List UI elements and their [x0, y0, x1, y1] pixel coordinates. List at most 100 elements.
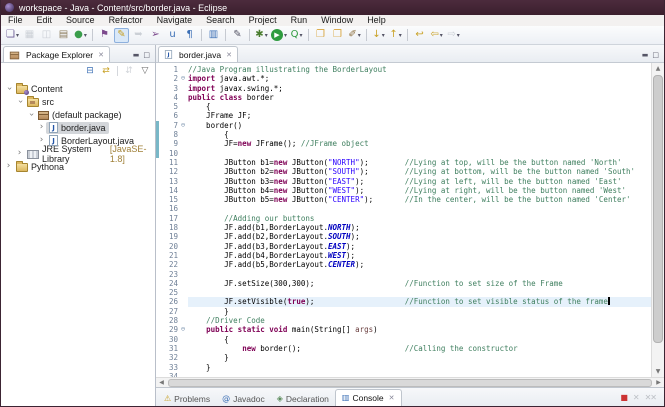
dropdown-arrow-icon[interactable]: ▾ [299, 32, 302, 39]
minimize-icon[interactable]: ▬ [642, 52, 649, 59]
code-text[interactable] [188, 270, 651, 279]
remove-launch-icon[interactable]: ✕ [633, 394, 640, 402]
code-text[interactable]: { [188, 335, 651, 344]
code-text[interactable]: JFrame JF; [188, 111, 651, 120]
menu-item-search[interactable]: Search [199, 15, 242, 26]
view-menu-icon[interactable]: ▽ [138, 65, 152, 78]
toolbar-button-new-wizard[interactable]: ❏ ▾ [5, 28, 20, 43]
toolbar-button-last-edit-location[interactable]: ↩ [412, 28, 427, 43]
fold-marker[interactable]: ⊖ [178, 325, 188, 334]
code-text[interactable]: JF.add(b3,BorderLayout.EAST); [188, 242, 651, 251]
toolbar-button-open-task[interactable]: ● ▾ [73, 28, 88, 43]
vertical-scrollbar-thumb[interactable] [653, 75, 663, 343]
toolbar-button-previous-annotation[interactable]: ↑ ▾ [388, 28, 403, 43]
tree-item-border-java[interactable]: › border.java [1, 121, 155, 134]
dropdown-arrow-icon[interactable]: ▾ [382, 32, 385, 39]
code-text[interactable]: import javax.swing.*; [188, 84, 651, 93]
toolbar-button-save[interactable]: ▦ [22, 28, 37, 43]
menu-item-run[interactable]: Run [284, 15, 315, 26]
scroll-down-icon[interactable]: ▼ [652, 366, 664, 377]
menu-item-window[interactable]: Window [314, 15, 360, 26]
scroll-right-icon[interactable]: ▶ [653, 379, 664, 386]
dropdown-arrow-icon[interactable]: ▾ [284, 32, 287, 39]
code-text[interactable]: } [188, 363, 651, 372]
code-text[interactable] [188, 149, 651, 158]
code-text[interactable]: } [188, 353, 651, 362]
code-text[interactable]: JButton b2=new JButton("SOUTH"); //Lying… [188, 167, 651, 176]
toolbar-button-new-java-project[interactable]: ⚑ [97, 28, 112, 43]
code-text[interactable]: JF.add(b2,BorderLayout.SOUTH); [188, 232, 651, 241]
code-text[interactable]: JF=new JFrame(); //JFrame object [188, 139, 651, 148]
code-text[interactable]: JF.add(b1,BorderLayout.NORTH); [188, 223, 651, 232]
toolbar-button-open-folder[interactable]: ❐ [313, 28, 328, 43]
toolbar-button-run[interactable]: ▶ ▾ [271, 28, 287, 43]
dropdown-arrow-icon[interactable]: ▾ [358, 32, 361, 39]
toolbar-button-next-annotation[interactable]: ↓ ▾ [371, 28, 386, 43]
code-text[interactable]: { [188, 102, 651, 111]
code-text[interactable] [188, 204, 651, 213]
bottom-tab-problems[interactable]: ⚠ Problems [158, 391, 216, 406]
toolbar-button-junit[interactable]: u [165, 28, 180, 43]
tree-item-content[interactable]: › Content [1, 82, 155, 95]
scroll-up-icon[interactable]: ▲ [652, 63, 664, 74]
toolbar-button-back[interactable]: ⇦ ▾ [429, 28, 444, 43]
expand-chevron-icon[interactable]: › [37, 123, 46, 132]
dropdown-arrow-icon[interactable]: ▾ [265, 32, 268, 39]
tab-border-java[interactable]: border.java ✕ [158, 46, 238, 62]
tab-package-explorer[interactable]: Package Explorer ✕ [3, 46, 110, 62]
fold-marker[interactable]: ⊖ [178, 121, 188, 130]
dropdown-arrow-icon[interactable]: ▾ [84, 32, 87, 39]
toolbar-button-annotate-pen[interactable]: ✎ [230, 28, 245, 43]
toolbar-button-external-tools[interactable]: ✱ ▾ [254, 28, 269, 43]
focus-on-active-task-icon[interactable]: ⇵ [122, 65, 136, 78]
toolbar-button-new-java-class[interactable]: ➢ [148, 28, 163, 43]
collapse-chevron-icon[interactable]: › [4, 84, 14, 93]
menu-item-project[interactable]: Project [242, 15, 284, 26]
toolbar-button-console-view[interactable]: ▥ [206, 28, 221, 43]
dropdown-arrow-icon[interactable]: ▾ [399, 32, 402, 39]
code-text[interactable]: //Driver Code [188, 316, 651, 325]
toolbar-button-profile[interactable]: Q ▾ [289, 28, 304, 43]
fold-marker[interactable]: ⊖ [178, 74, 188, 83]
code-text[interactable]: public static void main(String[] args) [188, 325, 651, 334]
close-icon[interactable]: ✕ [98, 51, 104, 59]
toolbar-button-save-all[interactable]: ◫ [39, 28, 54, 43]
close-icon[interactable]: ✕ [389, 394, 395, 402]
close-icon[interactable]: ✕ [226, 51, 232, 59]
code-text[interactable]: JF.setVisible(true); //Function to set v… [188, 297, 651, 307]
code-text[interactable]: JF.add(b4,BorderLayout.WEST); [188, 251, 651, 260]
code-text[interactable]: import java.awt.*; [188, 74, 651, 83]
toolbar-button-smart-insert[interactable]: ➥ [131, 28, 146, 43]
remove-all-terminated-icon[interactable]: ✕✕ [645, 394, 657, 402]
menu-item-file[interactable]: File [1, 15, 30, 26]
tree-item-src[interactable]: › src [1, 95, 155, 108]
minimize-icon[interactable]: ▬ [133, 52, 140, 59]
menu-item-edit[interactable]: Edit [30, 15, 60, 26]
maximize-icon[interactable]: □ [652, 52, 659, 59]
code-text[interactable]: new border(); //Calling the constructor [188, 344, 651, 353]
code-text[interactable] [188, 288, 651, 297]
bottom-tab-console[interactable]: ▥ Console ✕ [334, 389, 402, 406]
toolbar-button-task-marker[interactable]: ¶ [182, 28, 197, 43]
toolbar-button-open-resource[interactable]: ❐ [330, 28, 345, 43]
code-text[interactable]: JF.add(b5,BorderLayout.CENTER); [188, 260, 651, 269]
menu-item-navigate[interactable]: Navigate [150, 15, 200, 26]
terminate-icon[interactable]: ■ [620, 394, 628, 402]
code-text[interactable]: JButton b3=new JButton("EAST"); //Lying … [188, 177, 651, 186]
scroll-left-icon[interactable]: ◀ [156, 379, 167, 386]
tree-item-jre-system-library[interactable]: › JRE System Library [JavaSE-1.8] [1, 144, 155, 164]
horizontal-scrollbar[interactable]: ◀ ▶ [156, 377, 664, 387]
toolbar-button-format-brush[interactable]: ✎ [114, 27, 129, 43]
dropdown-arrow-icon[interactable]: ▾ [457, 32, 460, 39]
menu-item-source[interactable]: Source [59, 15, 102, 26]
dropdown-arrow-icon[interactable]: ▾ [16, 32, 19, 39]
maximize-icon[interactable]: □ [143, 52, 150, 59]
collapse-all-icon[interactable]: ⊟ [83, 65, 97, 78]
bottom-tab-javadoc[interactable]: @ Javadoc [216, 391, 271, 406]
code-text[interactable]: } [188, 307, 651, 316]
menu-item-help[interactable]: Help [360, 15, 393, 26]
collapse-chevron-icon[interactable]: › [15, 97, 25, 106]
code-text[interactable]: JButton b1=new JButton("NORTH"); //Lying… [188, 158, 651, 167]
menu-item-refactor[interactable]: Refactor [102, 15, 150, 26]
code-text[interactable]: JButton b5=new JButton("CENTER"); //In t… [188, 195, 651, 204]
